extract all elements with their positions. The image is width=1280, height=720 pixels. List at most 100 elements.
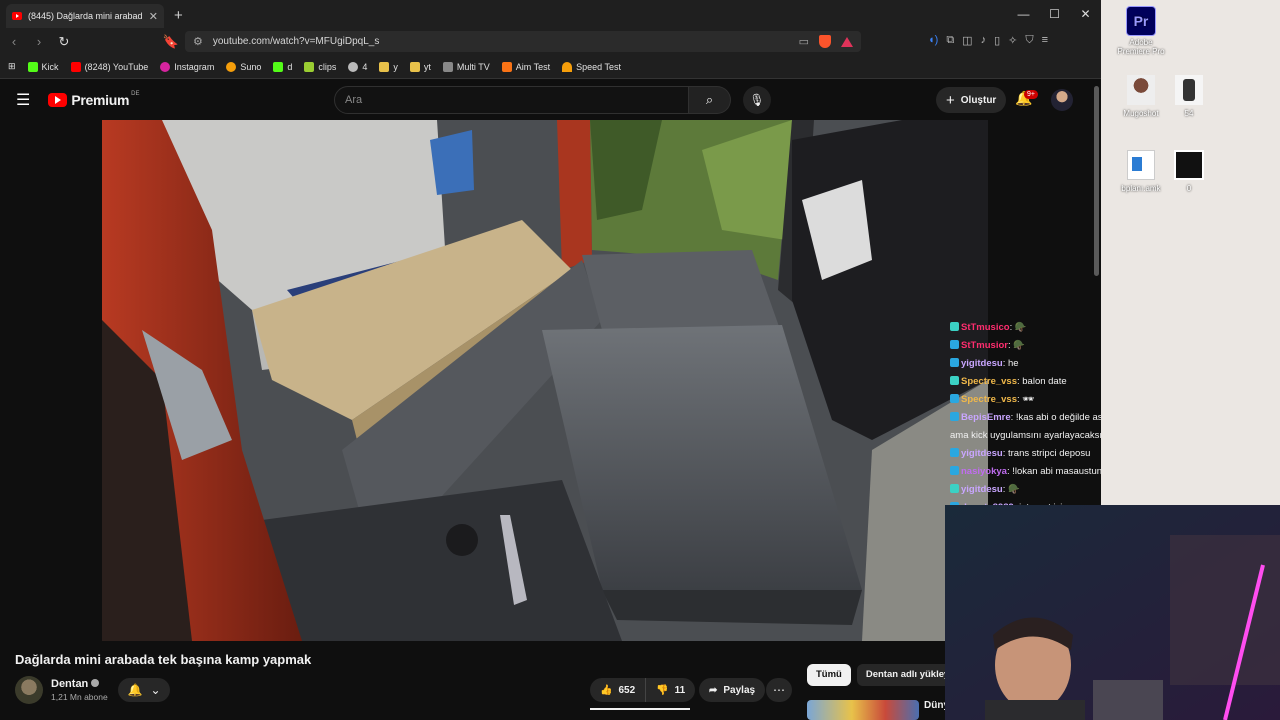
menu-icon[interactable]: ≡ [1042, 34, 1048, 47]
leo-ai-icon[interactable]: ✧ [1008, 34, 1017, 47]
bookmark-4[interactable]: 4 [348, 61, 367, 72]
sidebar-icon[interactable]: ▯ [994, 34, 1000, 47]
url-text[interactable]: youtube.com/watch?v=MFUgiDpqL_s [213, 36, 789, 47]
like-dislike-bar: 👍 652 👎 11 [590, 678, 696, 702]
desktop-icon-watch[interactable]: 54 [1167, 75, 1211, 118]
voice-search-button[interactable]: 🎙 [743, 86, 771, 114]
extensions-icon[interactable]: ⧉ [946, 34, 954, 47]
brave-shields-icon[interactable] [819, 35, 831, 48]
window-controls: — ☐ ✕ [1008, 0, 1101, 28]
chat-username[interactable]: yigitdesu [961, 484, 1003, 495]
clips-icon [304, 61, 315, 72]
omnibox[interactable]: ⚙ youtube.com/watch?v=MFUgiDpqL_s ▭ [185, 31, 861, 52]
chat-badge-icon [950, 394, 959, 403]
screenshot-icon[interactable]: ◫ [962, 34, 972, 47]
chat-badge-icon [950, 484, 959, 493]
recommended-video-thumbnail[interactable] [807, 700, 919, 720]
desktop-icon-premiere[interactable]: Pr Adobe Premiere Pro [1117, 6, 1165, 56]
forward-icon[interactable]: › [28, 34, 50, 49]
bookmark-suno[interactable]: Suno [226, 61, 261, 72]
close-window-button[interactable]: ✕ [1070, 0, 1101, 28]
page-scrollbar[interactable] [1094, 86, 1099, 276]
browser-window: (8445) Dağlarda mini arabada tek başına … [0, 0, 1101, 720]
verified-check-icon [91, 679, 100, 687]
chat-text: 🪖 [1005, 484, 1020, 495]
chat-username[interactable]: yigitdesu [961, 448, 1003, 459]
cast-icon[interactable]: ▭ [799, 35, 809, 48]
bookmark-clips[interactable]: clips [304, 61, 336, 72]
channel-name-row[interactable]: Dentan [51, 678, 108, 690]
close-tab-icon[interactable]: ✕ [149, 10, 158, 23]
music-icon[interactable]: ♪ [981, 34, 987, 47]
site-info-icon[interactable]: ⚙ [193, 35, 203, 48]
bookmark-kick[interactable]: Kick [27, 61, 59, 72]
back-icon[interactable]: ‹ [3, 34, 25, 49]
search-icon: ⌕ [705, 92, 714, 107]
desktop-icon-mugoshot[interactable]: Mugoshot [1117, 75, 1165, 118]
chat-text: !lokan abi masaustunde niye saat png var [1012, 466, 1101, 477]
bookmark-d[interactable]: d [273, 61, 292, 72]
brave-rewards-icon[interactable] [841, 36, 853, 47]
bookmark-speed-test[interactable]: Speed Test [562, 61, 621, 72]
chat-username[interactable]: BepisEmre [961, 412, 1011, 423]
create-button[interactable]: + Oluştur [936, 87, 1007, 113]
chat-badge-icon [950, 358, 959, 367]
maximize-button[interactable]: ☐ [1039, 0, 1070, 28]
chat-username[interactable]: nasiyokya [961, 466, 1007, 477]
chat-username[interactable]: Spectre_vss [961, 376, 1017, 387]
bookmark-youtube[interactable]: (8248) YouTube [70, 61, 148, 72]
bookmark-page-icon[interactable]: 🔖 [160, 34, 182, 50]
video-player[interactable]: StTmusico: 🪖 StTmusior: 🪖 yigitdesu: he Spe… [0, 120, 1101, 641]
chat-message: nasiyokya: !lokan abi masaustunde niye s… [950, 463, 1101, 481]
account-avatar[interactable] [1051, 89, 1073, 111]
video-frame[interactable] [102, 120, 988, 641]
search-input[interactable]: Ara [334, 86, 689, 114]
youtube-logo[interactable]: Premium DE [48, 91, 140, 108]
suno-icon [226, 61, 237, 72]
chat-username[interactable]: StTmusior [961, 340, 1008, 351]
dislike-button[interactable]: 👎 11 [646, 678, 696, 702]
desktop-icon-file[interactable]: bplanı.amk [1117, 150, 1165, 193]
bookmark-instagram[interactable]: Instagram [160, 61, 214, 72]
chat-badge-icon [950, 376, 959, 385]
search-button[interactable]: ⌕ [689, 86, 731, 114]
chat-message: yigitdesu: 🪖 [950, 481, 1101, 499]
hamburger-menu-icon[interactable]: ☰ [16, 90, 30, 110]
bell-icon: 🔔 [127, 683, 143, 697]
desktop-area: Pr Adobe Premiere Pro Mugoshot 54 bplanı… [1101, 0, 1280, 505]
bookmark-multi-tv[interactable]: Multi TV [442, 61, 490, 72]
share-button[interactable]: ➦ Paylaş [699, 678, 766, 702]
minimize-button[interactable]: — [1008, 0, 1039, 28]
bookmark-folder-yt[interactable]: yt [409, 61, 431, 72]
youtube-favicon-icon [12, 12, 22, 20]
vpn-icon[interactable]: ⛉ [1025, 34, 1033, 47]
chat-username[interactable]: StTmusico [961, 322, 1010, 333]
chip-all[interactable]: Tümü [807, 664, 851, 686]
more-actions-button[interactable]: ⋯ [766, 678, 792, 702]
speedreader-icon[interactable]: ◖) [928, 34, 938, 47]
chat-message: Spectre_vss: 🕶 [950, 391, 1101, 409]
chat-username[interactable]: Spectre_vss [961, 394, 1017, 405]
bookmark-aim-test[interactable]: Aim Test [501, 61, 550, 72]
photo-thumbnail-icon [1127, 75, 1155, 105]
reload-icon[interactable]: ↻ [53, 34, 75, 50]
active-tab[interactable]: (8445) Dağlarda mini arabada tek başına … [6, 4, 164, 28]
channel-avatar[interactable] [15, 676, 43, 704]
subscription-bell-button[interactable]: 🔔 ⌄ [118, 678, 170, 702]
channel-info: Dentan 1,21 Mn abone [15, 676, 108, 704]
bookmark-folder-y[interactable]: y [379, 61, 398, 72]
desktop-icon-album[interactable]: 0 [1171, 150, 1207, 193]
chat-username[interactable]: yigitdesu [961, 358, 1003, 369]
apps-grid-icon[interactable]: ⊞ [8, 61, 16, 72]
youtube-icon [70, 61, 81, 72]
watch-png-icon [1175, 75, 1203, 105]
thumbs-down-icon: 👎 [656, 684, 669, 696]
microphone-icon: 🎙 [749, 93, 765, 107]
screen: (8445) Dağlarda mini arabada tek başına … [0, 0, 1280, 720]
chat-badge-icon [950, 448, 959, 457]
chat-text: balon date [1019, 376, 1067, 387]
like-button[interactable]: 👍 652 [590, 678, 647, 702]
new-tab-button[interactable]: + [174, 7, 183, 24]
thumbs-up-icon: 👍 [600, 684, 613, 696]
premiere-pro-icon: Pr [1126, 6, 1156, 36]
